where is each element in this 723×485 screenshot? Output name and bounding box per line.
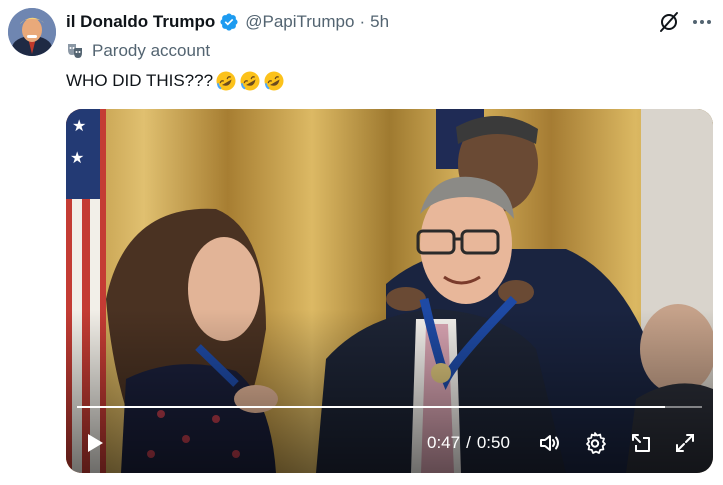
post-header: il Donaldo Trumpo @PapiTrumpo · 5h bbox=[66, 10, 389, 34]
handle[interactable]: @PapiTrumpo bbox=[245, 12, 354, 32]
video-progress-fill bbox=[77, 406, 665, 408]
post-time[interactable]: 5h bbox=[370, 12, 389, 32]
video-player[interactable]: ★ ★ bbox=[66, 109, 713, 473]
picture-in-picture-icon[interactable] bbox=[629, 431, 653, 455]
post-text-row: WHO DID THIS??? bbox=[66, 70, 285, 92]
post-text: WHO DID THIS??? bbox=[66, 71, 214, 90]
gear-icon[interactable] bbox=[583, 431, 607, 455]
fullscreen-icon[interactable] bbox=[673, 431, 697, 455]
theater-masks-icon bbox=[66, 42, 84, 60]
video-controls: 0:47 / 0:50 bbox=[66, 425, 713, 465]
play-icon[interactable] bbox=[82, 431, 106, 455]
rolling-on-floor-laughing-icon bbox=[263, 70, 285, 92]
video-frame: ★ ★ bbox=[66, 109, 713, 473]
grok-icon[interactable] bbox=[657, 10, 681, 34]
video-time-readout: 0:47 / 0:50 bbox=[427, 433, 510, 453]
time-separator: / bbox=[466, 433, 471, 452]
rolling-on-floor-laughing-icon bbox=[215, 70, 237, 92]
verified-badge-icon[interactable] bbox=[219, 12, 239, 32]
rolling-on-floor-laughing-icon bbox=[239, 70, 261, 92]
parody-label: Parody account bbox=[92, 41, 211, 60]
volume-icon[interactable] bbox=[538, 431, 562, 455]
display-name[interactable]: il Donaldo Trumpo bbox=[66, 12, 215, 32]
parody-label-row: Parody account bbox=[66, 40, 210, 62]
avatar[interactable] bbox=[8, 8, 56, 56]
avatar-image bbox=[8, 8, 56, 56]
video-progress-bar[interactable] bbox=[77, 406, 702, 408]
current-time: 0:47 bbox=[427, 433, 461, 452]
separator-dot: · bbox=[359, 12, 366, 31]
duration: 0:50 bbox=[476, 433, 510, 452]
more-icon[interactable] bbox=[690, 10, 714, 34]
